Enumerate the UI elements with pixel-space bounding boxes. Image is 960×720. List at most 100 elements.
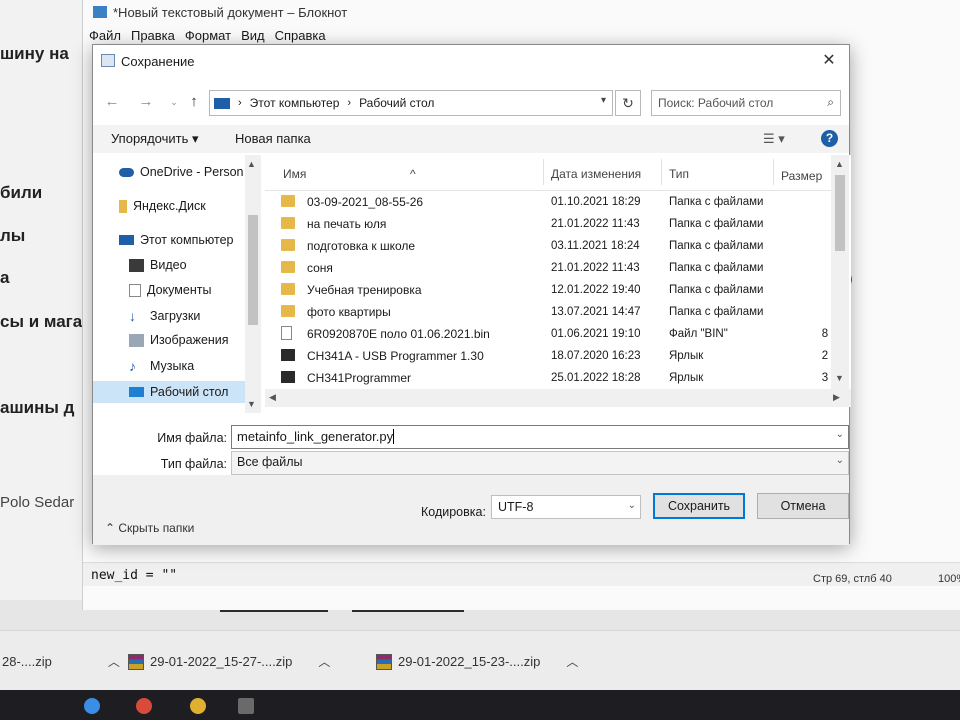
archive-icon — [376, 653, 392, 670]
chevron-down-icon[interactable]: ⌄ — [628, 500, 636, 511]
column-header-date[interactable]: Дата изменения — [551, 167, 641, 181]
nav-item-yandex-disk[interactable]: Яндекс.Диск — [119, 199, 206, 213]
breadcrumb-item[interactable]: Рабочий стол — [359, 96, 434, 110]
download-item[interactable]: 28-....zip ︿ — [2, 653, 120, 670]
refresh-button[interactable]: ↻ — [615, 90, 641, 116]
folder-icon — [281, 261, 295, 273]
notepad-title: *Новый текстовый документ – Блокнот — [93, 5, 347, 20]
download-item[interactable]: 29-01-2022_15-23-....zip ︿ — [376, 653, 578, 670]
scroll-up-icon[interactable]: ▲ — [247, 159, 256, 169]
folder-icon — [281, 217, 295, 229]
hide-folders-button[interactable]: ⌃ Скрыть папки — [105, 521, 194, 535]
nav-item-pictures[interactable]: Изображения — [129, 333, 229, 347]
folder-icon — [281, 305, 295, 317]
video-icon — [129, 258, 144, 272]
chevron-down-icon[interactable]: ⌄ — [836, 429, 844, 440]
breadcrumb-separator-icon: › — [238, 97, 242, 109]
file-row[interactable]: подготовка к школе 03.11.2021 18:24 Папка … — [265, 235, 831, 257]
navigation-pane: OneDrive - Person Яндекс.Диск Этот компь… — [93, 155, 261, 413]
menu-file[interactable]: Файл — [89, 28, 121, 43]
download-item[interactable]: 29-01-2022_15-27-....zip ︿ — [128, 653, 330, 670]
nav-item-label: Музыка — [150, 359, 195, 373]
file-date: 21.01.2022 11:43 — [551, 262, 640, 274]
breadcrumb-item[interactable]: Этот компьютер — [250, 96, 340, 110]
text-caret — [393, 429, 395, 444]
nav-scrollbar[interactable]: ▲ ▼ — [245, 155, 261, 413]
file-row[interactable]: CH341A - USB Programmer 1.30 18.07.2020 1… — [265, 345, 839, 367]
organize-button[interactable]: Упорядочить ▾ — [111, 131, 199, 147]
refresh-icon: ↻ — [622, 95, 634, 111]
scroll-down-icon[interactable]: ▼ — [247, 399, 256, 409]
chevron-up-icon[interactable]: ︿ — [566, 653, 578, 670]
scrollbar-thumb[interactable] — [248, 215, 258, 325]
download-label: 28-....zip — [2, 654, 52, 669]
save-button[interactable]: Сохранить — [653, 493, 745, 519]
column-header-type[interactable]: Тип — [669, 167, 689, 181]
nav-item-this-pc[interactable]: Этот компьютер — [119, 233, 233, 247]
taskbar-app-icon[interactable] — [136, 698, 152, 714]
up-arrow-icon[interactable]: ↑ — [183, 91, 205, 113]
file-row[interactable]: на печать юля 21.01.2022 11:43 Папка с фай… — [265, 213, 831, 235]
view-options-icon[interactable]: ☰ ▾ — [763, 131, 785, 147]
file-row[interactable]: 03-09-2021_08-55-26 01.10.2021 18:29 Папка… — [265, 191, 831, 213]
address-bar[interactable]: › Этот компьютер › Рабочий стол ▾ — [209, 90, 613, 116]
help-icon[interactable]: ? — [821, 130, 838, 147]
menu-view[interactable]: Вид — [241, 28, 265, 43]
cancel-button[interactable]: Отмена — [757, 493, 849, 519]
nav-item-label: Яндекс.Диск — [133, 199, 206, 213]
nav-item-documents[interactable]: Документы — [129, 283, 211, 297]
notepad-code-line[interactable]: new_id = "" — [91, 568, 177, 583]
notepad-menu: Файл Правка Формат Вид Справка — [89, 28, 326, 43]
file-list-scrollbar[interactable]: ▲ ▼ — [831, 155, 849, 407]
filetype-select[interactable]: Все файлы ⌄ — [231, 451, 849, 475]
menu-format[interactable]: Формат — [185, 28, 231, 43]
file-row[interactable]: соня 21.01.2022 11:43 Папка с файлами — [265, 257, 831, 279]
encoding-select[interactable]: UTF-8 ⌄ — [491, 495, 641, 519]
back-arrow-icon[interactable]: ← — [101, 91, 123, 113]
underline — [352, 610, 464, 612]
chevron-down-icon[interactable]: ⌄ — [163, 91, 185, 113]
taskbar-app-icon[interactable] — [238, 698, 254, 714]
file-date: 03.11.2021 18:24 — [551, 240, 640, 252]
new-folder-button[interactable]: Новая папка — [235, 131, 311, 146]
nav-item-music[interactable]: ♪ Музыка — [129, 358, 194, 374]
scroll-down-icon[interactable]: ▼ — [835, 373, 844, 383]
nav-item-desktop[interactable]: Рабочий стол — [93, 381, 245, 403]
column-header-name[interactable]: Имя — [283, 167, 306, 181]
dialog-title: Сохранение — [121, 54, 195, 69]
nav-item-onedrive[interactable]: OneDrive - Person — [119, 165, 244, 179]
chevron-up-icon[interactable]: ︿ — [108, 653, 120, 670]
search-icon[interactable]: ⌕ — [827, 95, 834, 110]
download-label: 29-01-2022_15-27-....zip — [150, 654, 293, 669]
file-list-hscrollbar[interactable]: ◀ ▶ — [265, 389, 851, 407]
documents-icon — [129, 283, 141, 297]
filename-label: Имя файла: — [157, 431, 227, 445]
scrollbar-thumb[interactable] — [835, 175, 845, 251]
file-name: фото квартиры — [307, 305, 391, 319]
file-list: ^ Имя Дата изменения Тип Размер 03-09-20… — [265, 155, 851, 407]
nav-item-downloads[interactable]: ↓ Загрузки — [129, 308, 200, 324]
search-input[interactable]: Поиск: Рабочий стол ⌕ — [651, 90, 841, 116]
file-row[interactable]: 6R0920870E поло 01.06.2021.bin 01.06.2021… — [265, 323, 839, 345]
scroll-up-icon[interactable]: ▲ — [835, 159, 844, 169]
close-icon[interactable]: ✕ — [817, 50, 841, 72]
file-row[interactable]: фото квартиры 13.07.2021 14:47 Папка с фай… — [265, 301, 831, 323]
file-name: 03-09-2021_08-55-26 — [307, 195, 424, 209]
chevron-down-icon[interactable]: ⌄ — [836, 455, 844, 466]
chevron-down-icon[interactable]: ▾ — [601, 95, 606, 106]
menu-edit[interactable]: Правка — [131, 28, 175, 43]
menu-help[interactable]: Справка — [275, 28, 326, 43]
filename-input[interactable]: metainfo_link_generator.py ⌄ — [231, 425, 849, 449]
address-row: ← → ⌄ ↑ › Этот компьютер › Рабочий стол … — [93, 85, 849, 119]
nav-item-video[interactable]: Видео — [129, 258, 187, 272]
taskbar-app-icon[interactable] — [84, 698, 100, 714]
taskbar-app-icon[interactable] — [190, 698, 206, 714]
bg-text-line: били — [0, 183, 43, 202]
chevron-up-icon[interactable]: ︿ — [318, 653, 330, 670]
column-header-size[interactable]: Размер — [781, 169, 822, 183]
file-row[interactable]: Учебная тренировка 12.01.2022 19:40 Папка … — [265, 279, 831, 301]
scroll-left-icon[interactable]: ◀ — [269, 392, 276, 403]
forward-arrow-icon[interactable]: → — [135, 91, 157, 113]
scroll-right-icon[interactable]: ▶ — [833, 392, 840, 403]
file-row[interactable]: CH341Programmer25.01.2022 18:28Ярлык3 K — [265, 367, 839, 389]
